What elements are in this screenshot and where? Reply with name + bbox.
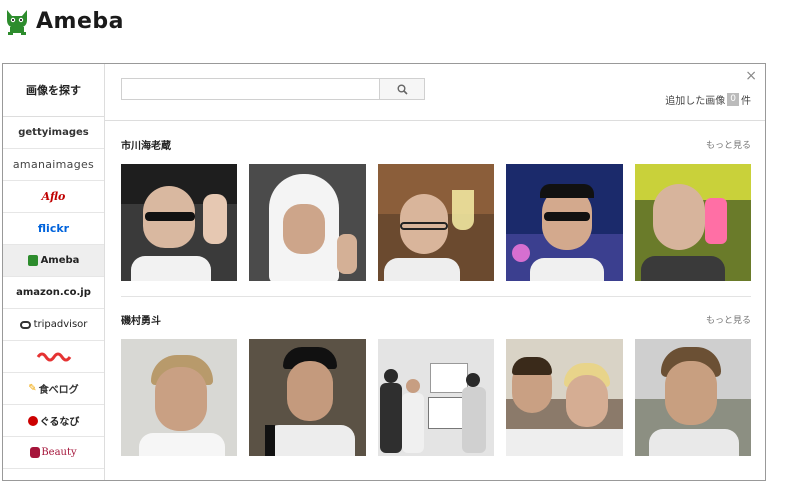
- source-sidebar: 画像を探す gettyimages amanaimages Aflo flick…: [3, 64, 105, 480]
- source-amazon[interactable]: amazon.co.jp: [3, 277, 104, 309]
- see-more-link[interactable]: もっと見る: [706, 138, 751, 151]
- section-separator: [121, 296, 751, 297]
- source-ameba[interactable]: Ameba: [3, 245, 104, 277]
- source-label: Ameba: [40, 255, 80, 266]
- source-tripadvisor[interactable]: tripadvisor: [3, 309, 104, 341]
- source-label: amazon.co.jp: [16, 287, 91, 298]
- source-beauty[interactable]: Beauty: [3, 437, 104, 469]
- ameba-logo[interactable]: Ameba: [2, 6, 124, 36]
- logo-text: Ameba: [36, 8, 124, 34]
- section-title: 市川海老蔵: [121, 140, 171, 152]
- see-more-link[interactable]: もっと見る: [706, 313, 751, 326]
- search-icon: [397, 84, 408, 95]
- thumbnail-row: [121, 164, 752, 281]
- image-thumbnail[interactable]: [634, 339, 752, 456]
- source-aflo[interactable]: Aflo: [3, 181, 104, 213]
- section-title: 磯村勇斗: [121, 315, 161, 327]
- thumbnail-row: [121, 339, 752, 456]
- image-search-dialog: 画像を探す gettyimages amanaimages Aflo flick…: [2, 63, 766, 481]
- image-thumbnail[interactable]: [121, 164, 238, 281]
- ameba-mini-icon: [27, 255, 38, 266]
- image-thumbnail[interactable]: [377, 164, 495, 281]
- beauty-b-icon: [30, 447, 41, 458]
- source-label: amanaimages: [12, 158, 95, 171]
- main-panel: × 追加した画像 0 件 市川海老蔵 もっと見る 磯村勇斗 もっと見る: [105, 64, 765, 480]
- close-button[interactable]: ×: [745, 68, 757, 84]
- image-thumbnail[interactable]: [121, 339, 238, 456]
- source-tabelog[interactable]: ✎ 食べログ: [3, 373, 104, 405]
- owl-icon: [19, 320, 31, 329]
- source-gurunavi[interactable]: ぐるなび: [3, 405, 104, 437]
- source-label: Beauty: [41, 447, 77, 458]
- image-thumbnail[interactable]: [249, 339, 366, 456]
- source-label: Aflo: [41, 190, 66, 203]
- source-label: ぐるなび: [39, 417, 80, 428]
- image-thumbnail[interactable]: [506, 339, 623, 456]
- image-thumbnail[interactable]: [634, 164, 752, 281]
- result-section-1: 市川海老蔵 もっと見る: [121, 136, 752, 281]
- search-bar: [121, 78, 425, 100]
- search-input[interactable]: [121, 78, 379, 100]
- tabelog-icon: ✎: [28, 383, 37, 394]
- source-red-logo[interactable]: [3, 341, 104, 373]
- source-label: tripadvisor: [33, 319, 88, 330]
- source-label: flickr: [37, 222, 70, 235]
- source-gettyimages[interactable]: gettyimages: [3, 117, 104, 149]
- ameba-mascot-icon: [7, 10, 27, 35]
- added-suffix: 件: [741, 96, 751, 107]
- source-amanaimages[interactable]: amanaimages: [3, 149, 104, 181]
- source-label: 食べログ: [38, 385, 79, 396]
- added-prefix: 追加した画像: [665, 96, 726, 107]
- added-count-badge: 0: [727, 93, 739, 106]
- source-label: gettyimages: [18, 127, 89, 138]
- red-wave-icon: [36, 352, 71, 361]
- search-button[interactable]: [379, 78, 425, 100]
- image-thumbnail[interactable]: [506, 164, 623, 281]
- result-section-2: 磯村勇斗 もっと見る: [121, 311, 752, 456]
- source-flickr[interactable]: flickr: [3, 213, 104, 245]
- header-divider: [105, 120, 765, 121]
- image-thumbnail[interactable]: [377, 339, 495, 456]
- gurunavi-icon: [27, 415, 38, 426]
- sidebar-title: 画像を探す: [3, 64, 104, 117]
- image-thumbnail[interactable]: [249, 164, 366, 281]
- added-images-counter: 追加した画像 0 件: [665, 92, 751, 107]
